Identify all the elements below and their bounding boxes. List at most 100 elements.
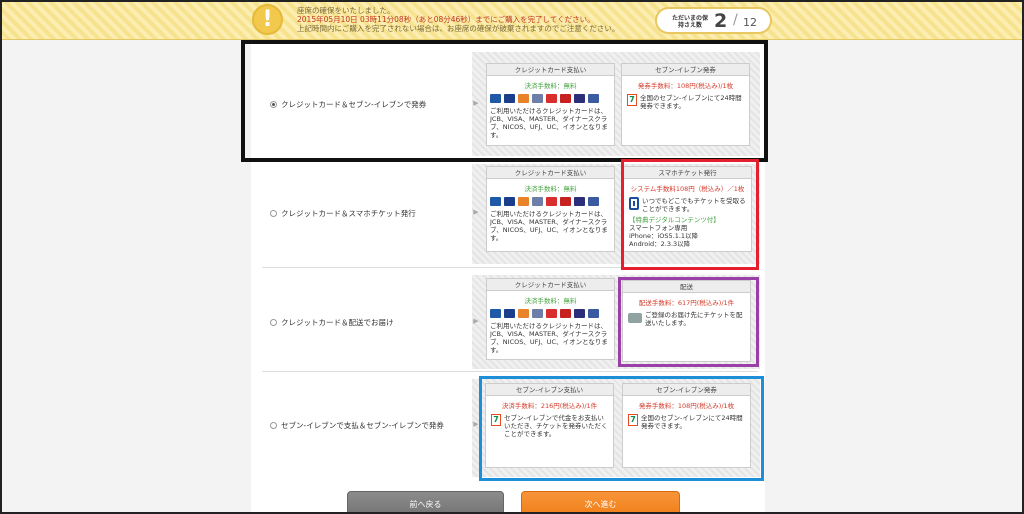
card-title: セブン-イレブン発券 — [623, 384, 750, 396]
option-radio-1[interactable]: クレジットカード＆セブン-イレブンで発券 — [270, 99, 426, 110]
warning-icon: ! — [252, 4, 283, 35]
seven-issue-desc: 全国のセブン-イレブンにて24時間発券できます。 — [641, 414, 743, 430]
seven-issue-fee: 発券手数料：108円(税込み)/1枚 — [637, 82, 734, 90]
counter-separator: / — [733, 12, 738, 28]
seven-issue-card: セブン-イレブン発券 発券手数料：108円(税込み)/1枚 7 全国のセブン-イ… — [622, 383, 751, 468]
counter-total: 12 — [743, 16, 757, 29]
uc-logo — [574, 309, 585, 318]
card-title: セブン-イレブン発券 — [622, 64, 749, 76]
truck-icon — [628, 313, 642, 323]
option-radio-3[interactable]: クレジットカード＆配送でお届け — [270, 317, 394, 328]
smartphone-icon — [629, 197, 639, 210]
next-button[interactable]: 次へ進む — [521, 491, 680, 514]
visa-logo — [504, 309, 515, 318]
card-title: クレジットカード支払い — [487, 167, 614, 179]
smartphone-ticket-card: スマホチケット発行 システム手数料108円（税込み）／1枚 いつでもどこでもチケ… — [623, 166, 752, 252]
header-bar: ! 座席の確保をいたしました。 2015年05月10日 03時11分08秒（あと… — [0, 0, 1024, 40]
nicos-logo — [546, 197, 557, 206]
counter-current: 2 — [714, 10, 728, 32]
radio-button[interactable] — [270, 101, 277, 108]
credit-card-payment-card: クレジットカード支払い 決済手数料：無料 ご利用いただけるクレジットカードは、J… — [486, 166, 615, 252]
seven-issue-desc: 全国のセブン-イレブンにて24時間発券できます。 — [640, 94, 742, 110]
nicos-logo — [546, 94, 557, 103]
credit-card-desc: ご利用いただけるクレジットカードは、JCB、VISA、MASTER、ダイナースク… — [490, 322, 608, 354]
jcb-logo — [490, 309, 501, 318]
nicos-logo — [546, 309, 557, 318]
mastercard-logo — [518, 197, 529, 206]
aeon-logo — [588, 197, 599, 206]
diners-logo — [532, 309, 543, 318]
delivery-fee: 配送手数料：617円(税込み)/1件 — [638, 299, 735, 307]
counter-label: ただいまの保持さえ数 — [671, 15, 708, 29]
diners-logo — [532, 197, 543, 206]
mastercard-logo — [518, 94, 529, 103]
reservation-notice: 座席の確保をいたしました。 2015年05月10日 03時11分08秒（あと08… — [297, 6, 619, 33]
smartphone-req-2: iPhone：iOS5.1.1以降 — [629, 232, 699, 240]
option-label: クレジットカード＆スマホチケット発行 — [281, 209, 416, 218]
uc-logo — [574, 197, 585, 206]
option-label: クレジットカード＆配送でお届け — [281, 318, 394, 327]
row-arrow-icon: ▶ — [473, 99, 479, 107]
aeon-logo — [588, 94, 599, 103]
smartphone-req-1: スマートフォン専用 — [629, 224, 688, 232]
credit-card-desc: ご利用いただけるクレジットカードは、JCB、VISA、MASTER、ダイナースク… — [490, 210, 608, 242]
seat-hold-counter: ただいまの保持さえ数 2 / 12 — [655, 7, 772, 34]
credit-card-payment-card: クレジットカード支払い 決済手数料：無料 ご利用いただけるクレジットカードは、J… — [486, 278, 615, 360]
card-logos — [487, 193, 614, 208]
seven-eleven-icon: 7 — [628, 414, 638, 426]
card-title: スマホチケット発行 — [624, 167, 751, 179]
seven-issue-body: 7 全国のセブン-イレブンにて24時間発券できます。 — [622, 90, 749, 114]
smartphone-fee: システム手数料108円（税込み）／1枚 — [630, 185, 745, 193]
credit-card-fee: 決済手数料：無料 — [524, 82, 577, 90]
seven-issue-fee: 発券手数料：108円(税込み)/1枚 — [638, 402, 735, 410]
smartphone-desc: いつでもどこでもチケットを受取ることができます。 — [642, 197, 746, 213]
notice-deadline: 2015年05月10日 03時11分08秒（あと08分46秒）までにご購入を完了… — [297, 15, 595, 24]
card-title: クレジットカード支払い — [487, 64, 614, 76]
delivery-body: ご登録のお届け先にチケットを配送いたします。 — [623, 307, 750, 331]
mastercard-logo — [518, 309, 529, 318]
ufj-logo — [560, 197, 571, 206]
option-radio-4[interactable]: セブン-イレブンで支払＆セブン-イレブンで発券 — [270, 420, 444, 431]
visa-logo — [504, 94, 515, 103]
uc-logo — [574, 94, 585, 103]
row-arrow-icon: ▶ — [473, 208, 479, 216]
radio-button[interactable] — [270, 210, 277, 217]
smartphone-bonus: 【特典デジタルコンテンツ付】 — [629, 216, 720, 224]
option-label: セブン-イレブンで支払＆セブン-イレブンで発券 — [281, 421, 444, 430]
row-arrow-icon: ▶ — [473, 317, 479, 325]
seven-eleven-icon: 7 — [491, 414, 501, 426]
card-logos — [487, 305, 614, 320]
seven-pay-fee: 決済手数料：216円(税込み)/1件 — [501, 402, 598, 410]
seven-payment-card: セブン-イレブン支払い 決済手数料：216円(税込み)/1件 7 セブン-イレブ… — [485, 383, 614, 468]
card-logos — [487, 90, 614, 105]
jcb-logo — [490, 197, 501, 206]
notice-line-3: 上記時間内にご購入を完了されない場合は、お座席の確保が破棄されますのでご注意くだ… — [297, 24, 620, 33]
diners-logo — [532, 94, 543, 103]
seven-eleven-icon: 7 — [627, 94, 637, 106]
back-button[interactable]: 前へ戻る — [347, 491, 504, 514]
card-title: セブン-イレブン支払い — [486, 384, 613, 396]
ufj-logo — [560, 94, 571, 103]
option-label: クレジットカード＆セブン-イレブンで発券 — [281, 100, 427, 109]
radio-button[interactable] — [270, 319, 277, 326]
visa-logo — [504, 197, 515, 206]
credit-card-fee: 決済手数料：無料 — [524, 297, 577, 305]
seven-pay-desc: セブン-イレブンで代金をお支払いいただき、チケットを発券いただくことができます。 — [504, 414, 608, 438]
card-title: 配送 — [623, 281, 750, 293]
credit-card-payment-card: クレジットカード支払い 決済手数料：無料 ご利用いただけるクレジットカードは、J… — [486, 63, 615, 146]
delivery-card: 配送 配送手数料：617円(税込み)/1件 ご登録のお届け先にチケットを配送いた… — [622, 280, 751, 362]
aeon-logo — [588, 309, 599, 318]
smartphone-body: いつでもどこでもチケットを受取ることができます。 — [624, 193, 751, 214]
radio-button[interactable] — [270, 422, 277, 429]
notice-line-1: 座席の確保をいたしました。 — [297, 6, 395, 15]
card-title: クレジットカード支払い — [487, 279, 614, 291]
delivery-desc: ご登録のお届け先にチケットを配送いたします。 — [645, 311, 743, 327]
seven-pay-body: 7 セブン-イレブンで代金をお支払いいただき、チケットを発券いただくことができま… — [486, 410, 613, 442]
smartphone-req-3: Android：2.3.3以降 — [629, 240, 691, 248]
ufj-logo — [560, 309, 571, 318]
seven-issue-card: セブン-イレブン発券 発券手数料：108円(税込み)/1枚 7 全国のセブン-イ… — [621, 63, 750, 146]
row-arrow-icon: ▶ — [473, 420, 479, 428]
credit-card-desc: ご利用いただけるクレジットカードは、JCB、VISA、MASTER、ダイナースク… — [490, 107, 608, 139]
jcb-logo — [490, 94, 501, 103]
option-radio-2[interactable]: クレジットカード＆スマホチケット発行 — [270, 208, 416, 219]
